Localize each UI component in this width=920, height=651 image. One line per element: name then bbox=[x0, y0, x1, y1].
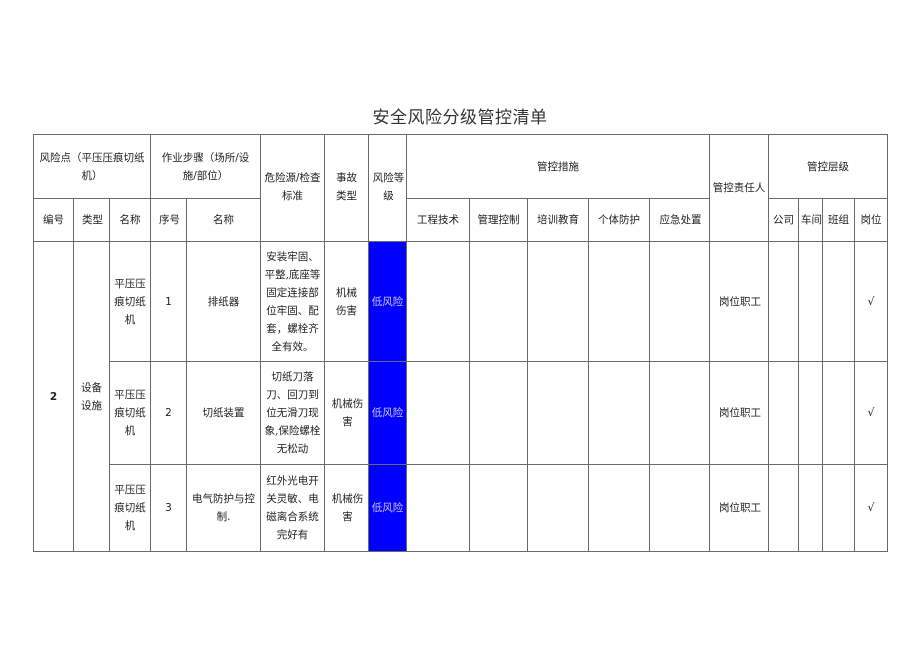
step-name: 排纸器 bbox=[186, 241, 261, 362]
level-post-check: √ bbox=[854, 464, 888, 552]
training-cell bbox=[527, 241, 589, 362]
level-team bbox=[822, 241, 855, 362]
header-responsible-person: 管控责任人 bbox=[709, 134, 769, 242]
equipment-name: 平压压痕切纸机 bbox=[109, 361, 151, 465]
hazard-standard: 红外光电开关灵敏、电磁离合系统完好有 bbox=[260, 464, 325, 552]
training-cell bbox=[527, 464, 589, 552]
header-step-name: 名称 bbox=[186, 198, 261, 242]
level-post-check: √ bbox=[854, 241, 888, 362]
table-row: 平压压痕切纸机 3 电气防护与控制. 红外光电开关灵敏、电磁离合系统完好有 机械… bbox=[34, 464, 888, 552]
management-cell bbox=[469, 241, 528, 362]
header-post: 岗位 bbox=[854, 198, 888, 242]
level-workshop bbox=[798, 361, 823, 465]
equipment-name: 平压压痕切纸机 bbox=[109, 241, 151, 362]
group-number: 2 bbox=[33, 241, 74, 552]
step-name: 电气防护与控制. bbox=[186, 464, 261, 552]
emergency-cell bbox=[649, 361, 710, 465]
header-row-1: 风险点（平压压痕切纸机） 作业步骤（场所/设施/部位） 危险源/检查标准 事故类… bbox=[33, 133, 888, 242]
hazard-standard: 安装牢固、平整,底座等固定连接部位牢固、配套，螺栓齐全有效。 bbox=[260, 241, 325, 362]
table-row: 平压压痕切纸机 2 切纸装置 切纸刀落刀、回刀到位无滑刀现象,保险螺栓无松动 机… bbox=[34, 361, 888, 465]
accident-type: 机械伤害 bbox=[324, 464, 369, 552]
management-cell bbox=[469, 361, 528, 465]
header-management: 管理控制 bbox=[469, 198, 528, 242]
engineering-cell bbox=[406, 361, 470, 465]
level-post-check: √ bbox=[854, 361, 888, 465]
header-engineering: 工程技术 bbox=[406, 198, 470, 242]
header-team: 班组 bbox=[822, 198, 855, 242]
accident-type: 机械伤害 bbox=[324, 241, 369, 362]
risk-level-badge: 低风险 bbox=[368, 361, 407, 465]
header-company: 公司 bbox=[768, 198, 799, 242]
header-emergency: 应急处置 bbox=[649, 198, 710, 242]
responsible-person: 岗位职工 bbox=[709, 464, 769, 552]
group-type: 设备设施 bbox=[73, 241, 110, 552]
header-control-level: 管控层级 bbox=[768, 133, 888, 200]
step-seq: 3 bbox=[150, 464, 187, 552]
table-row: 2 设备设施 平压压痕切纸机 1 排纸器 安装牢固、平整,底座等固定连接部位牢固… bbox=[33, 241, 888, 552]
risk-level-badge: 低风险 bbox=[368, 464, 407, 552]
emergency-cell bbox=[649, 241, 710, 362]
risk-control-table: 风险点（平压压痕切纸机） 作业步骤（场所/设施/部位） 危险源/检查标准 事故类… bbox=[33, 133, 888, 552]
step-name: 切纸装置 bbox=[186, 361, 261, 465]
header-ppe: 个体防护 bbox=[588, 198, 650, 242]
step-seq: 2 bbox=[150, 361, 187, 465]
header-type: 类型 bbox=[73, 198, 110, 242]
level-team bbox=[822, 464, 855, 552]
header-control-measures: 管控措施 bbox=[406, 133, 710, 200]
header-name: 名称 bbox=[109, 198, 151, 242]
responsible-person: 岗位职工 bbox=[709, 241, 769, 362]
header-workshop: 车间 bbox=[798, 198, 823, 242]
header-risk-level: 风险等级 bbox=[368, 134, 407, 242]
header-seq: 序号 bbox=[150, 198, 187, 242]
level-workshop bbox=[798, 241, 823, 362]
header-hazard-standard: 危险源/检查标准 bbox=[260, 134, 325, 242]
equipment-name: 平压压痕切纸机 bbox=[109, 464, 151, 552]
training-cell bbox=[527, 361, 589, 465]
header-risk-point: 风险点（平压压痕切纸机） bbox=[33, 133, 151, 200]
responsible-person: 岗位职工 bbox=[709, 361, 769, 465]
header-accident-type: 事故类型 bbox=[324, 134, 369, 242]
level-company bbox=[768, 361, 799, 465]
step-seq: 1 bbox=[150, 241, 187, 362]
emergency-cell bbox=[649, 464, 710, 552]
level-company bbox=[768, 464, 799, 552]
level-team bbox=[822, 361, 855, 465]
risk-level-badge: 低风险 bbox=[368, 241, 407, 362]
ppe-cell bbox=[588, 361, 650, 465]
management-cell bbox=[469, 464, 528, 552]
accident-type: 机械伤害 bbox=[324, 361, 369, 465]
ppe-cell bbox=[588, 464, 650, 552]
header-work-step: 作业步骤（场所/设施/部位） bbox=[150, 133, 261, 200]
ppe-cell bbox=[588, 241, 650, 362]
engineering-cell bbox=[406, 241, 470, 362]
hazard-standard: 切纸刀落刀、回刀到位无滑刀现象,保险螺栓无松动 bbox=[260, 361, 325, 465]
level-company bbox=[768, 241, 799, 362]
level-workshop bbox=[798, 464, 823, 552]
header-number: 编号 bbox=[33, 198, 74, 242]
document-title: 安全风险分级管控清单 bbox=[372, 108, 548, 128]
header-training: 培训教育 bbox=[527, 198, 589, 242]
engineering-cell bbox=[406, 464, 470, 552]
